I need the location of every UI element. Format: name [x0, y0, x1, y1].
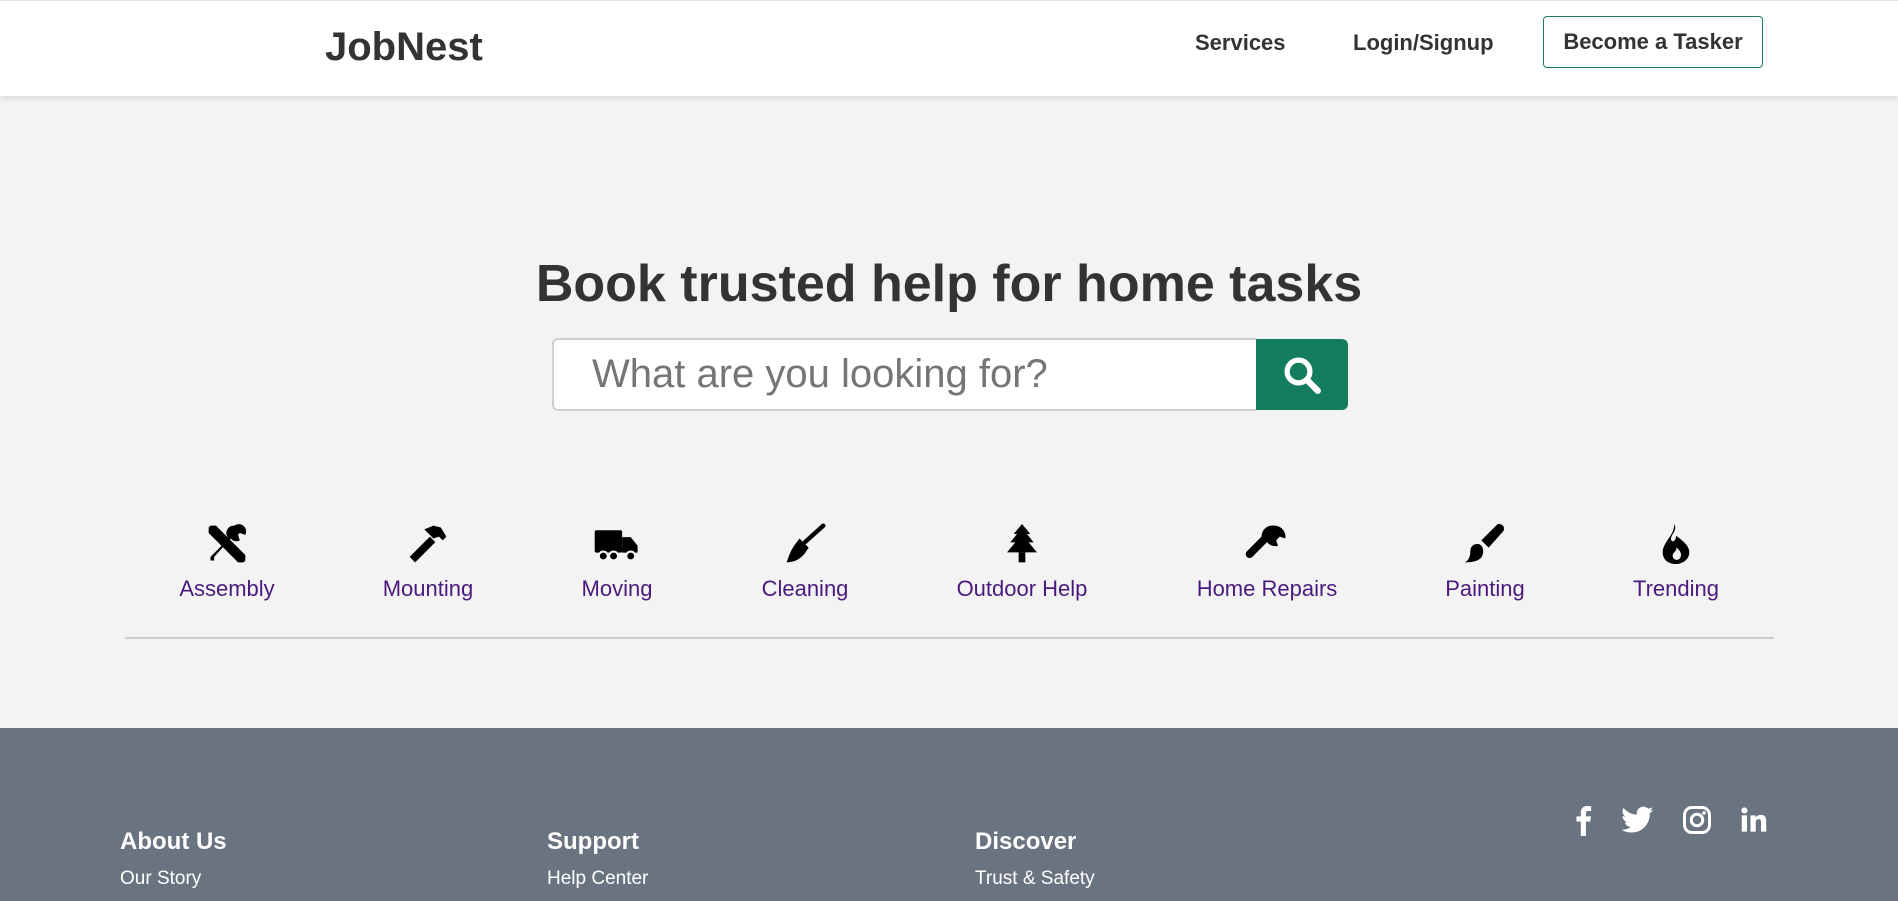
category-label: Painting — [1445, 576, 1525, 601]
become-tasker-button[interactable]: Become a Tasker — [1543, 16, 1763, 68]
footer-column-about: About Us Our Story — [120, 828, 227, 890]
fire-icon — [1652, 520, 1700, 568]
category-home-repairs[interactable]: Home Repairs — [1196, 520, 1338, 602]
category-label: Assembly — [179, 576, 275, 601]
categories-divider — [125, 637, 1774, 639]
tools-icon — [203, 520, 251, 568]
footer-link-our-story[interactable]: Our Story — [120, 868, 227, 890]
search-input[interactable] — [552, 338, 1256, 411]
category-label: Moving — [581, 576, 653, 601]
footer-heading: Support — [547, 828, 639, 855]
category-label: Outdoor Help — [956, 576, 1088, 601]
search-icon — [1284, 357, 1321, 394]
footer-link-help-center[interactable]: Help Center — [547, 868, 648, 890]
category-assembly[interactable]: Assembly — [179, 520, 275, 602]
logo[interactable]: JobNest — [325, 25, 483, 70]
hero-title: Book trusted help for home tasks — [535, 255, 1363, 313]
category-trending[interactable]: Trending — [1632, 520, 1720, 602]
paintbrush-icon — [1461, 520, 1509, 568]
twitter-icon[interactable] — [1618, 800, 1658, 840]
instagram-icon[interactable] — [1677, 800, 1717, 840]
footer-heading: About Us — [120, 828, 227, 855]
search-bar — [552, 338, 1348, 411]
search-button[interactable] — [1256, 339, 1348, 410]
broom-icon — [781, 520, 829, 568]
category-label: Trending — [1632, 576, 1719, 601]
footer — [0, 728, 1898, 901]
footer-column-discover: Discover Trust & Safety — [975, 828, 1095, 890]
hammer-icon — [404, 520, 452, 568]
nav-services-link[interactable]: Services — [1195, 30, 1286, 56]
category-cleaning[interactable]: Cleaning — [759, 520, 851, 602]
tree-icon — [998, 520, 1046, 568]
category-label: Home Repairs — [1196, 576, 1338, 601]
category-painting[interactable]: Painting — [1445, 520, 1525, 602]
category-label: Cleaning — [761, 576, 849, 601]
nav-login-signup-link[interactable]: Login/Signup — [1353, 30, 1494, 56]
category-outdoor-help[interactable]: Outdoor Help — [955, 520, 1089, 602]
linkedin-icon[interactable] — [1734, 800, 1774, 840]
category-label: Mounting — [382, 576, 474, 601]
truck-icon — [593, 520, 641, 568]
facebook-icon[interactable] — [1563, 800, 1603, 840]
category-moving[interactable]: Moving — [577, 520, 657, 602]
footer-heading: Discover — [975, 828, 1077, 855]
top-navbar: JobNest Services Login/Signup Become a T… — [0, 0, 1898, 96]
wrench-icon — [1243, 520, 1291, 568]
category-mounting[interactable]: Mounting — [378, 520, 478, 602]
footer-column-support: Support Help Center — [547, 828, 648, 890]
footer-link-trust-safety[interactable]: Trust & Safety — [975, 868, 1095, 890]
